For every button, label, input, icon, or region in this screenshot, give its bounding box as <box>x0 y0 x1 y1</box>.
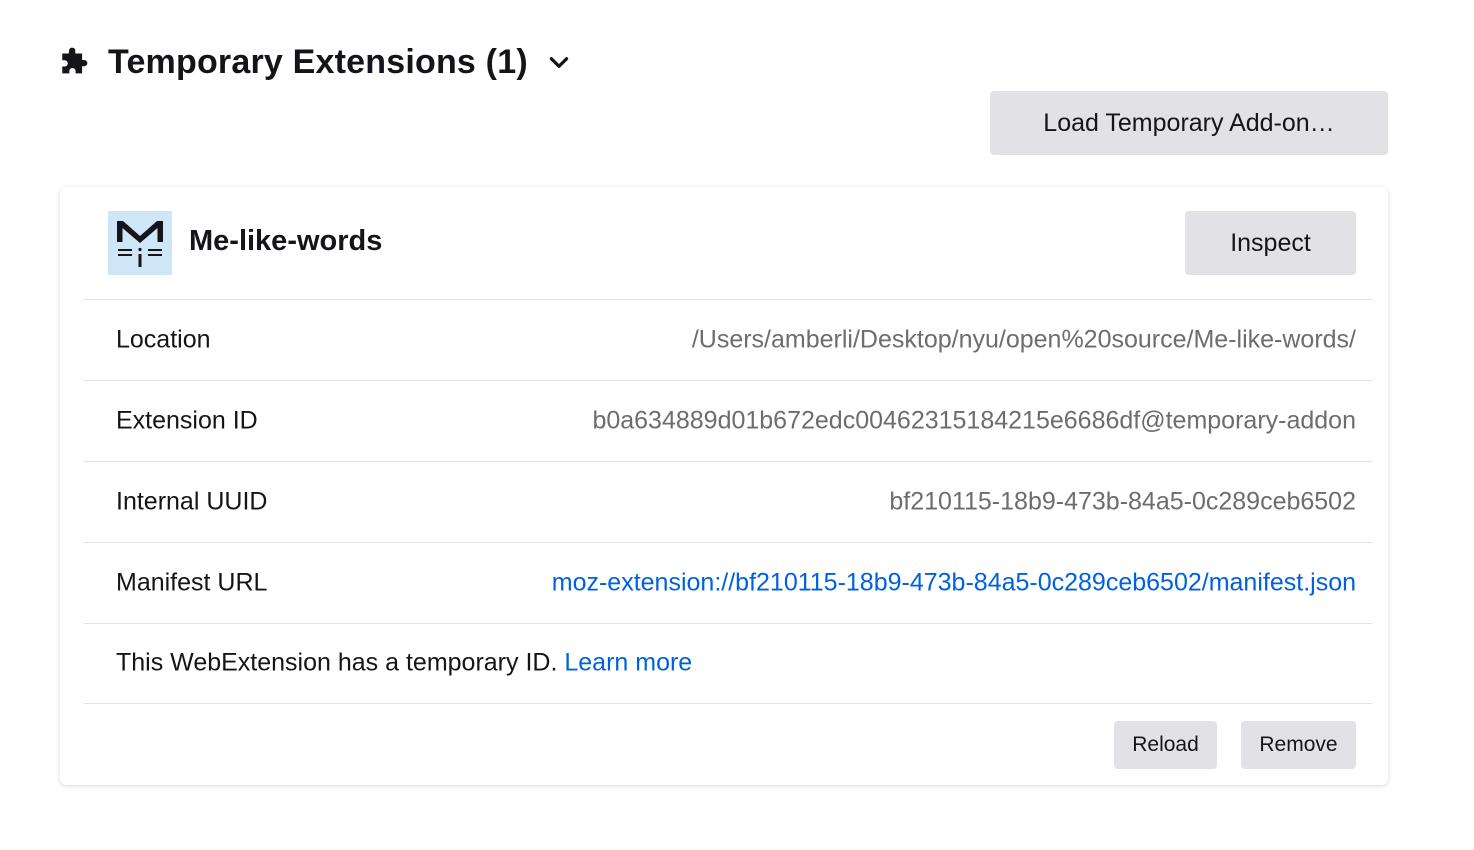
extension-id-value: b0a634889d01b672edc00462315184215e6686df… <box>592 406 1356 435</box>
temporary-id-message-text: This WebExtension has a temporary ID. <box>116 648 558 677</box>
extension-card-header: Me-like-words Inspect <box>84 187 1372 300</box>
location-value: /Users/amberli/Desktop/nyu/open%20source… <box>691 325 1356 354</box>
info-row-manifest-url: Manifest URL moz-extension://bf210115-18… <box>84 543 1372 624</box>
info-row-extension-id: Extension ID b0a634889d01b672edc00462315… <box>84 381 1372 462</box>
inspect-button[interactable]: Inspect <box>1185 211 1356 275</box>
extension-logo <box>108 211 172 275</box>
internal-uuid-value: bf210115-18b9-473b-84a5-0c289ceb6502 <box>889 487 1356 516</box>
manifest-url-link[interactable]: moz-extension://bf210115-18b9-473b-84a5-… <box>552 569 1356 598</box>
extension-id-label: Extension ID <box>116 406 258 435</box>
extension-name: Me-like-words <box>189 225 383 257</box>
info-row-internal-uuid: Internal UUID bf210115-18b9-473b-84a5-0c… <box>84 462 1372 543</box>
manifest-url-label: Manifest URL <box>116 568 268 597</box>
section-title: Temporary Extensions (1) <box>108 42 528 81</box>
internal-uuid-label: Internal UUID <box>116 487 268 516</box>
load-temporary-addon-button[interactable]: Load Temporary Add-on… <box>990 91 1388 155</box>
extension-card: Me-like-words Inspect Location /Users/am… <box>60 187 1388 785</box>
puzzle-icon <box>62 47 88 74</box>
info-row-location: Location /Users/amberli/Desktop/nyu/open… <box>84 300 1372 381</box>
learn-more-link[interactable]: Learn more <box>564 649 692 677</box>
chevron-down-icon[interactable] <box>546 49 572 75</box>
location-label: Location <box>116 325 211 354</box>
reload-button[interactable]: Reload <box>1114 721 1217 769</box>
remove-button[interactable]: Remove <box>1241 721 1356 769</box>
temporary-id-message-row: This WebExtension has a temporary ID. Le… <box>84 623 1372 704</box>
section-header[interactable]: Temporary Extensions (1) <box>58 38 572 86</box>
temporary-id-message: This WebExtension has a temporary ID. Le… <box>116 649 692 678</box>
